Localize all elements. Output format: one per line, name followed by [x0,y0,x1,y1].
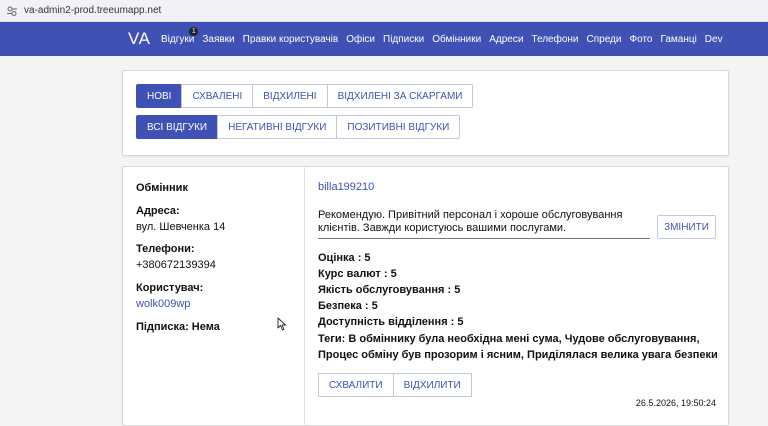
nav-link-dev[interactable]: Dev [705,34,723,45]
subscription-status: Підписка: Нема [136,321,220,333]
approve-button[interactable]: СХВАЛИТИ [318,373,394,397]
rating-accessibility: Доступність відділення : 5 [318,316,464,328]
status-filter-group: НОВІ СХВАЛЕНІ ВІДХИЛЕНІ ВІДХИЛЕНІ ЗА СКА… [136,84,474,108]
url-text[interactable]: va-admin2-prod.treeumapp.net [24,5,161,16]
review-content: billa199210 Рекомендую. Привітний персон… [318,167,718,425]
review-author-link[interactable]: billa199210 [318,181,374,193]
filter-panel: НОВІ СХВАЛЕНІ ВІДХИЛЕНІ ВІДХИЛЕНІ ЗА СКА… [122,70,729,156]
nav-link-phones[interactable]: Телефони [531,34,578,45]
tab-approved[interactable]: СХВАЛЕНІ [181,84,254,108]
top-navigation: VA Відгуки 1 Заявки Правки користувачів … [0,22,768,56]
nav-link-addresses[interactable]: Адреси [489,34,523,45]
tab-rejected[interactable]: ВІДХИЛЕНІ [252,84,328,108]
exchanger-info: Обмінник Адреса: вул. Шевченка 14 Телефо… [123,167,305,425]
review-tags: Теги: В обміннику була необхідна мені су… [318,333,718,361]
rating-overall: Оцінка : 5 [318,252,371,264]
nav-link-exchangers[interactable]: Обмінники [432,34,481,45]
nav-link-subscriptions[interactable]: Підписки [383,34,424,45]
address-value: вул. Шевченка 14 [136,221,226,233]
address-label: Адреса: [136,205,180,217]
nav-link-wallets[interactable]: Гаманці [660,34,696,45]
mouse-cursor-icon [277,317,287,336]
nav-link-spreads[interactable]: Спреди [587,34,622,45]
site-info-icon[interactable] [6,5,18,17]
reject-button[interactable]: ВІДХИЛИТИ [392,373,472,397]
tab-all-reviews[interactable]: ВСІ ВІДГУКИ [136,115,219,139]
rating-service-quality: Якість обслуговування : 5 [318,284,461,296]
reviews-count-badge: 1 [189,26,199,36]
browser-address-bar[interactable]: va-admin2-prod.treeumapp.net [0,0,768,22]
nav-link-photos[interactable]: Фото [629,34,652,45]
rating-exchange-rate: Курс валют : 5 [318,268,397,280]
phones-label: Телефони: [136,243,195,255]
review-actions: СХВАЛИТИ ВІДХИЛИТИ [318,373,472,397]
user-label: Користувач: [136,282,204,294]
nav-link-user-edits[interactable]: Правки користувачів [243,34,339,45]
nav-link-reviews[interactable]: Відгуки 1 [161,26,199,45]
exchanger-heading: Обмінник [136,182,188,194]
nav-link-label: Відгуки [161,33,195,45]
change-button[interactable]: ЗМІНИТИ [657,215,716,239]
tab-negative-reviews[interactable]: НЕГАТИВНІ ВІДГУКИ [217,115,338,139]
review-timestamp: 26.5.2026, 19:50:24 [635,398,716,408]
nav-link-offices[interactable]: Офіси [346,34,375,45]
tab-positive-reviews[interactable]: ПОЗИТИВНІ ВІДГУКИ [336,115,461,139]
nav-links: Відгуки 1 Заявки Правки користувачів Офі… [161,22,731,56]
nav-link-requests[interactable]: Заявки [202,34,234,45]
brand-logo[interactable]: VA [128,29,150,49]
rating-security: Безпека : 5 [318,300,378,312]
tab-new[interactable]: НОВІ [136,84,183,108]
phone-value: +380672139394 [136,259,216,271]
tab-rejected-by-complaints[interactable]: ВІДХИЛЕНІ ЗА СКАРГАМИ [326,84,474,108]
type-filter-group: ВСІ ВІДГУКИ НЕГАТИВНІ ВІДГУКИ ПОЗИТИВНІ … [136,115,461,139]
user-link[interactable]: wolk009wp [136,298,190,310]
review-card: Обмінник Адреса: вул. Шевченка 14 Телефо… [122,166,729,426]
review-text-field[interactable]: Рекомендую. Привітний персонал і хороше … [318,209,650,239]
